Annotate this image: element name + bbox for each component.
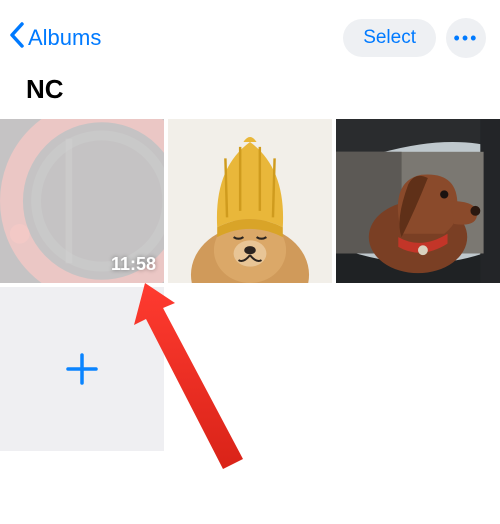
photo-grid: 11:58 — [0, 119, 500, 451]
header-actions: Select ••• — [343, 18, 486, 58]
grid-tile-photo[interactable] — [336, 119, 500, 283]
back-button[interactable]: Albums — [8, 21, 101, 55]
grid-tile-photo[interactable] — [168, 119, 332, 283]
add-photo-tile[interactable] — [0, 287, 164, 451]
select-button[interactable]: Select — [343, 19, 436, 57]
more-icon: ••• — [454, 28, 479, 49]
header: Albums Select ••• — [0, 0, 500, 68]
grid-tile-video[interactable]: 11:58 — [0, 119, 164, 283]
more-button[interactable]: ••• — [446, 18, 486, 58]
plus-icon — [64, 351, 100, 387]
back-label: Albums — [28, 25, 101, 51]
chevron-left-icon — [8, 21, 26, 55]
thumbnail-image — [168, 119, 332, 283]
video-duration: 11:58 — [111, 254, 156, 275]
thumbnail-image — [336, 119, 500, 283]
album-title: NC — [0, 68, 500, 119]
